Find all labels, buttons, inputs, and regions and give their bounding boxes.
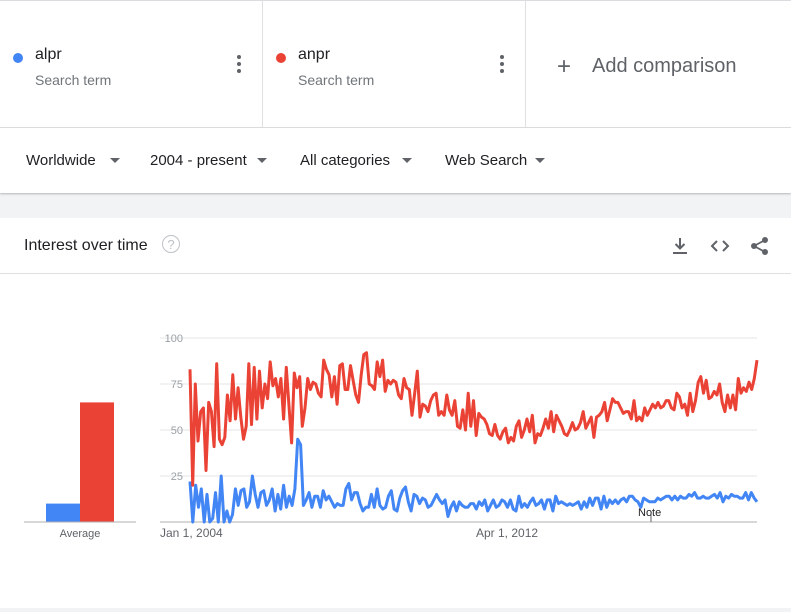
caret-down-icon <box>402 158 413 163</box>
y-tick-label: 50 <box>171 425 183 437</box>
search-term-type: Search term <box>35 72 112 88</box>
interest-over-time-card: Interest over time ? Average 25 50 75 100 Ja… <box>0 218 791 608</box>
chart-series-lines <box>188 351 759 524</box>
note-label[interactable]: Note <box>638 507 661 519</box>
series-color-dot <box>13 53 23 63</box>
average-label: Average <box>60 528 101 540</box>
plus-icon: + <box>556 52 571 80</box>
download-icon[interactable] <box>669 235 691 257</box>
search-term-type: Search term <box>298 72 375 88</box>
y-tick-label: 75 <box>171 379 183 391</box>
embed-icon[interactable] <box>709 235 731 257</box>
filter-bar: Worldwide 2004 - present All categories … <box>0 128 791 193</box>
help-icon[interactable]: ? <box>162 235 180 253</box>
average-bar-alpr <box>46 503 80 522</box>
more-vert-icon[interactable] <box>236 55 242 75</box>
add-comparison-label: Add comparison <box>592 55 737 77</box>
region-label: Worldwide <box>26 152 96 169</box>
search-type-dropdown[interactable]: Web Search <box>445 152 546 169</box>
x-tick-label: Jan 1, 2004 <box>160 526 223 540</box>
y-tick-label: 25 <box>171 471 183 483</box>
category-dropdown[interactable]: All categories <box>300 152 413 169</box>
caret-down-icon <box>256 158 267 163</box>
share-icon[interactable] <box>749 235 771 257</box>
search-term-name: anpr <box>298 46 331 63</box>
x-tick-label: Apr 1, 2012 <box>476 526 538 540</box>
interest-chart: Average 25 50 75 100 Jan 1, 2004 Apr 1, 2012 N… <box>24 333 759 540</box>
search-term-anpr[interactable]: anpr Search term <box>263 1 526 128</box>
card-title: Interest over time <box>24 237 148 254</box>
region-dropdown[interactable]: Worldwide <box>26 152 120 169</box>
card-header: Interest over time ? <box>0 218 791 274</box>
category-label: All categories <box>300 152 391 169</box>
average-bar-chart: Average <box>24 402 136 540</box>
add-comparison-button[interactable]: + Add comparison <box>526 1 791 127</box>
series-line-alpr[interactable] <box>188 437 759 524</box>
series-color-dot <box>276 53 286 63</box>
search-terms-bar: alpr Search term anpr Search term + Add … <box>0 0 791 128</box>
series-line-anpr[interactable] <box>188 351 759 487</box>
more-vert-icon[interactable] <box>499 55 505 75</box>
time-range-label: 2004 - present <box>150 152 247 169</box>
search-type-label: Web Search <box>445 152 528 169</box>
y-tick-label: 100 <box>165 333 183 345</box>
search-term-name: alpr <box>35 46 62 63</box>
caret-down-icon <box>535 158 546 163</box>
time-range-dropdown[interactable]: 2004 - present <box>150 152 267 169</box>
average-bar-anpr <box>80 402 114 522</box>
caret-down-icon <box>109 158 120 163</box>
search-term-alpr[interactable]: alpr Search term <box>0 1 263 128</box>
